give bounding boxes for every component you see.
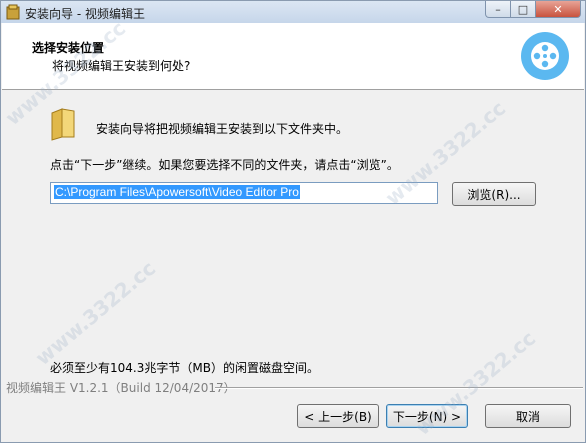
app-logo-icon	[521, 32, 569, 80]
maximize-button[interactable]: □	[510, 1, 536, 18]
install-path-value: C:\Program Files\Apowersoft\Video Editor…	[54, 185, 300, 199]
watermark: www.3322.cc	[30, 256, 161, 370]
page-title: 选择安装位置	[32, 41, 105, 55]
intro-text: 安装向导将把视频编辑王安装到以下文件夹中。	[96, 122, 349, 136]
version-label: 视频编辑王 V1.2.1（Build 12/04/2017）	[6, 381, 236, 395]
close-button[interactable]: ✕	[535, 1, 581, 18]
instruction-text: 点击“下一步”继续。如果您要选择不同的文件夹，请点击“浏览”。	[50, 158, 399, 172]
wizard-header: 选择安装位置 将视频编辑王安装到何处?	[2, 23, 584, 90]
footer-divider	[215, 387, 583, 389]
page-subtitle: 将视频编辑王安装到何处?	[52, 59, 191, 73]
cancel-button[interactable]: 取消	[485, 404, 571, 428]
window-title: 安装向导 - 视频编辑王	[25, 7, 145, 21]
title-bar: 安装向导 - 视频编辑王 – □ ✕	[1, 1, 585, 23]
install-path-input[interactable]: C:\Program Files\Apowersoft\Video Editor…	[50, 182, 438, 204]
back-button[interactable]: < 上一步(B)	[297, 404, 379, 428]
disk-space-text: 必须至少有104.3兆字节（MB）的闲置磁盘空间。	[50, 361, 319, 375]
minimize-button[interactable]: –	[485, 1, 511, 18]
next-button[interactable]: 下一步(N) >	[386, 404, 468, 428]
folder-icon	[51, 108, 75, 141]
installer-app-icon	[6, 4, 20, 20]
browse-button[interactable]: 浏览(R)...	[452, 182, 536, 206]
installer-window: 安装向导 - 视频编辑王 – □ ✕ 选择安装位置 将视频编辑王安装到何处? 安…	[0, 0, 586, 443]
